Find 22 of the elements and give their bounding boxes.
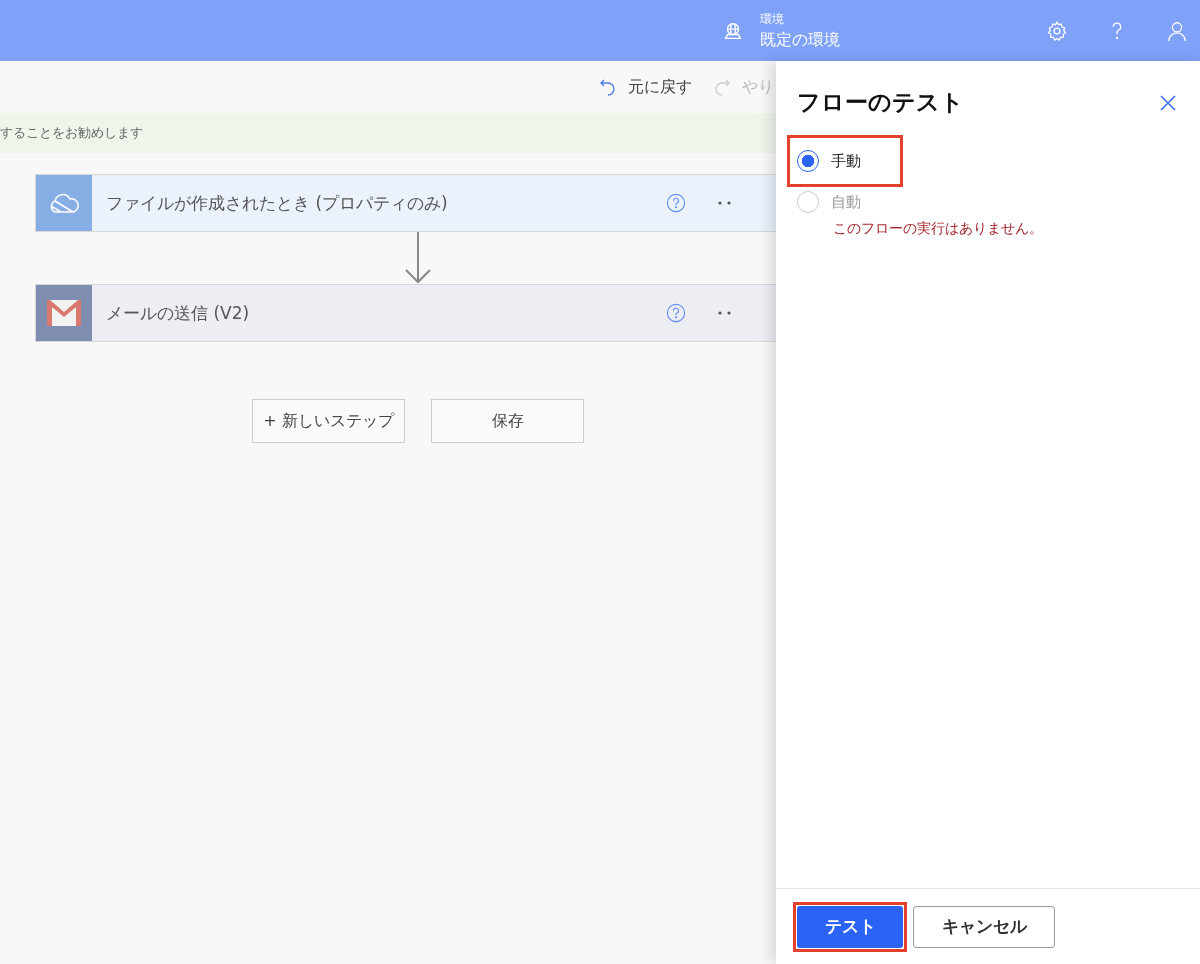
help-icon (666, 193, 686, 213)
undo-icon (598, 77, 618, 97)
step-card[interactable]: メールの送信 (V2) (35, 284, 776, 342)
user-icon (1166, 19, 1188, 42)
error-message: このフローの実行はありません。 (833, 220, 1044, 238)
environment-label: 環境 (760, 10, 785, 28)
help-icon (666, 303, 686, 323)
redo-icon (712, 77, 732, 97)
settings-icon (1046, 19, 1068, 42)
mail-icon (46, 299, 82, 327)
undo-button[interactable]: 元に戻す (598, 76, 692, 98)
cancel-button[interactable]: キャンセル (913, 905, 1055, 948)
down-arrow-icon (403, 232, 433, 284)
test-button[interactable]: テスト (797, 905, 903, 948)
radio-option[interactable]: 手動 (787, 135, 903, 187)
save-button[interactable]: 保存 (431, 399, 584, 443)
new-step-button[interactable]: + 新しいステップ (252, 399, 405, 443)
banner-text: することをお勧めします (0, 124, 143, 142)
step-card[interactable]: ファイルが作成されたとき (プロパティのみ) (35, 174, 776, 232)
close-icon (1159, 93, 1177, 112)
radio-button[interactable] (797, 150, 819, 172)
panel-title: フローのテスト (797, 88, 964, 117)
